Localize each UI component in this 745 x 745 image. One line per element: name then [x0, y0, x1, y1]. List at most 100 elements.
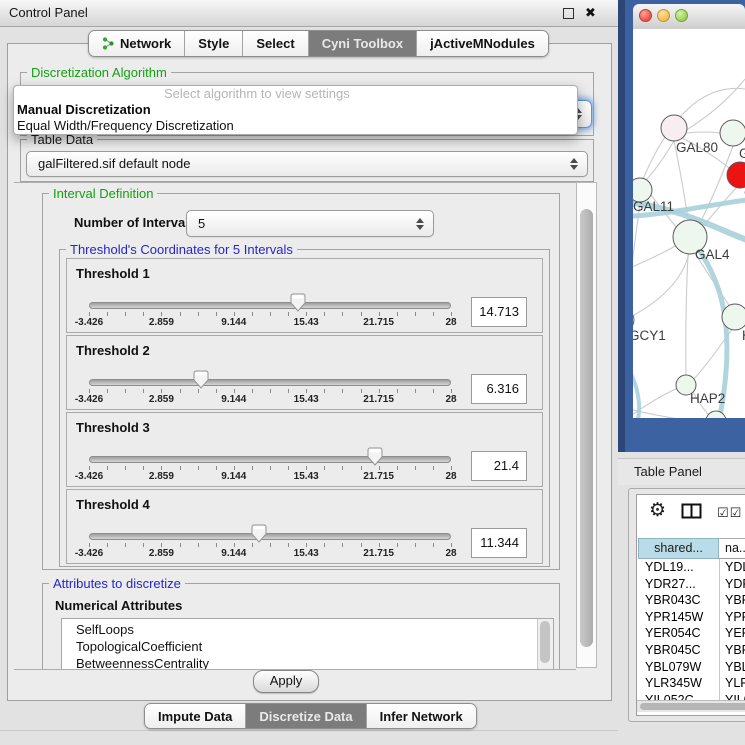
tick-label: 9.144 [221, 317, 246, 328]
thresholds-group-label: Threshold's Coordinates for 5 Intervals [66, 242, 297, 257]
table-row[interactable]: YBR043CYBR04 [637, 592, 745, 609]
table-row[interactable]: YBR045CYBR04 [637, 642, 745, 659]
list-scrollbar-thumb[interactable] [540, 621, 550, 663]
tab-label: jActiveMNodules [430, 36, 535, 51]
network-node[interactable] [661, 115, 687, 141]
tick-label: 28 [445, 394, 456, 405]
settings-scrollbar-thumb[interactable] [580, 209, 593, 647]
tick-label: 15.43 [294, 317, 319, 328]
tick-label: 21.715 [363, 394, 394, 405]
tab-jactivemnodules[interactable]: jActiveMNodules [416, 31, 548, 56]
tick-label: 9.144 [221, 471, 246, 482]
numerical-attributes-list[interactable]: SelfLoopsTopologicalCoefficientBetweenne… [61, 618, 554, 670]
list-scrollbar[interactable] [537, 619, 553, 670]
table-row[interactable]: YDL19...YDL19 [637, 559, 745, 576]
threshold-value-field[interactable]: 6.316 [471, 374, 527, 404]
settings-scroll-area: Interval Definition Number of Intervals … [14, 182, 576, 670]
table-row[interactable]: YPR145WYPR14 [637, 609, 745, 626]
dropdown-prompt-item[interactable]: Select algorithm to view settings [14, 86, 577, 102]
tick-label: 9.144 [221, 394, 246, 405]
gear-icon[interactable]: ⚙ [649, 500, 666, 522]
slider-tick-labels: -3.4262.8599.14415.4321.71528 [89, 548, 451, 560]
tab-network[interactable]: Network [89, 31, 184, 56]
table-horizontal-scrollbar-thumb[interactable] [640, 703, 745, 710]
table-row[interactable]: YDR27...YDR27 [637, 576, 745, 593]
node-table: ⚙ ☑☑ shared... na... YDL19...YDL19YDR27.… [636, 494, 745, 716]
interval-definition-group: Interval Definition Number of Intervals … [42, 193, 560, 570]
dropdown-option-equal-width-frequency[interactable]: Equal Width/Frequency Discretization [14, 118, 577, 134]
tab-style[interactable]: Style [184, 31, 242, 56]
apply-button[interactable]: Apply [253, 670, 319, 693]
threshold-value-field[interactable]: 14.713 [471, 297, 527, 327]
stepper-icon [416, 217, 424, 231]
table-row[interactable]: YLR345WYLR34 [637, 675, 745, 692]
tick-label: 9.144 [221, 548, 246, 559]
slider-track[interactable] [89, 456, 451, 463]
network-node[interactable] [720, 120, 745, 146]
attribute-list-item[interactable]: TopologicalCoefficient [62, 638, 553, 655]
node-label: HAP2 [690, 391, 725, 406]
network-node[interactable] [722, 304, 745, 330]
slider-thumb[interactable] [290, 293, 306, 312]
tick-label: 2.859 [149, 394, 174, 405]
number-of-intervals-select[interactable]: 5 [186, 210, 434, 237]
node-label: GCY1 [633, 328, 666, 343]
slider-track[interactable] [89, 533, 451, 540]
tab-impute-data[interactable]: Impute Data [145, 704, 245, 728]
network-node[interactable] [727, 162, 745, 188]
cell-shared-name: YBL079W [645, 659, 701, 675]
window-close-button[interactable] [639, 9, 652, 22]
float-panel-icon[interactable] [563, 8, 574, 19]
tab-infer-network[interactable]: Infer Network [366, 704, 476, 728]
slider-track[interactable] [89, 379, 451, 386]
window-minimize-button[interactable] [657, 9, 670, 22]
tick-label: 2.859 [149, 548, 174, 559]
slider-thumb[interactable] [251, 524, 267, 543]
cell-shared-name: YDR27... [645, 576, 696, 592]
network-canvas[interactable]: GAL80GACGAL11GAL4GCY1HHAP2 [633, 29, 745, 418]
tab-discretize-data[interactable]: Discretize Data [245, 704, 365, 728]
table-row[interactable]: YER054CYER05 [637, 625, 745, 642]
table-panel-title: Table Panel [618, 459, 745, 485]
node-label: GAL80 [676, 140, 718, 155]
table-data-selected-value: galFiltered.sif default node [38, 152, 190, 176]
column-header-shared[interactable]: shared... [638, 538, 719, 559]
attribute-list-item[interactable]: BetweennessCentrality [62, 655, 553, 670]
close-panel-icon[interactable]: ✖ [585, 5, 596, 21]
column-visibility-checkboxes-icon[interactable]: ☑☑ [717, 505, 742, 521]
thresholds-group: Threshold's Coordinates for 5 Intervals … [59, 249, 550, 567]
column-header-name[interactable]: na... [719, 538, 745, 559]
window-zoom-button[interactable] [675, 9, 688, 22]
table-data-select[interactable]: galFiltered.sif default node [26, 151, 588, 177]
attribute-list-item[interactable]: SelfLoops [62, 621, 553, 638]
cell-shared-name: YER054C [645, 625, 701, 641]
tab-cyni-toolbox[interactable]: Cyni Toolbox [308, 31, 416, 56]
cell-name: YBR04 [725, 592, 745, 608]
threshold-row: Threshold 1-3.4262.8599.14415.4321.71528… [66, 258, 543, 333]
slider-thumb[interactable] [193, 370, 209, 389]
tab-select[interactable]: Select [242, 31, 307, 56]
discretization-algorithm-group-label: Discretization Algorithm [27, 65, 171, 80]
threshold-label: Threshold 2 [76, 343, 150, 358]
settings-scrollbar[interactable] [576, 182, 597, 668]
split-columns-icon[interactable] [681, 503, 702, 524]
tick-label: 21.715 [363, 317, 394, 328]
slider-track[interactable] [89, 302, 451, 309]
table-row[interactable]: YBL079WYBL07 [637, 659, 745, 676]
threshold-row: Threshold 2-3.4262.8599.14415.4321.71528… [66, 335, 543, 410]
table-horizontal-scrollbar[interactable] [637, 700, 745, 712]
tab-label: Network [120, 36, 171, 51]
node-label: GAL4 [695, 247, 730, 262]
dropdown-option-manual-discretization[interactable]: Manual Discretization [14, 102, 577, 118]
node-label: GA [739, 146, 745, 161]
tick-label: 2.859 [149, 471, 174, 482]
cell-name: YBR04 [725, 642, 745, 658]
threshold-value-field[interactable]: 11.344 [471, 528, 527, 558]
tick-label: -3.426 [75, 548, 103, 559]
threshold-value-field[interactable]: 21.4 [471, 451, 527, 481]
slider-tick-labels: -3.4262.8599.14415.4321.71528 [89, 394, 451, 406]
tick-label: 2.859 [149, 317, 174, 328]
control-panel-titlebar: Control Panel ✖ [0, 0, 618, 27]
slider-thumb[interactable] [367, 447, 383, 466]
threshold-label: Threshold 3 [76, 420, 150, 435]
